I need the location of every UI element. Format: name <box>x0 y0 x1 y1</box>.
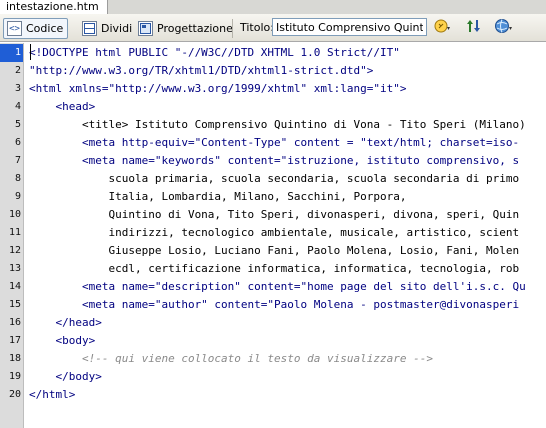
line-number: 19 <box>8 371 21 382</box>
text-caret <box>30 44 31 60</box>
line-number: 20 <box>8 389 21 400</box>
line-number: 2 <box>14 65 21 76</box>
browser-compatibility-icon <box>434 18 452 38</box>
line-number: 6 <box>14 137 21 148</box>
document-tab-bar: intestazione.htm <box>0 0 546 14</box>
line-number: 12 <box>8 245 21 256</box>
preview-globe-icon <box>494 18 512 38</box>
line-number: 17 <box>8 335 21 346</box>
code-line[interactable]: </body> <box>29 368 101 386</box>
code-line[interactable]: <body> <box>29 332 95 350</box>
code-line[interactable]: </head> <box>29 314 101 332</box>
line-number: 10 <box>8 209 21 220</box>
line-number: 18 <box>8 353 21 364</box>
design-view-icon <box>138 21 153 36</box>
code-line[interactable]: Giuseppe Losio, Luciano Fani, Paolo Mole… <box>29 242 519 260</box>
code-line[interactable]: Italia, Lombardia, Milano, Sacchini, Por… <box>29 188 406 206</box>
file-transfer-icon <box>465 18 483 38</box>
code-line[interactable]: <title> Istituto Comprensivo Quintino di… <box>29 116 526 134</box>
title-label: Titolo: <box>240 21 274 34</box>
line-number: 11 <box>8 227 21 238</box>
code-view-icon: <> <box>7 21 22 36</box>
code-line[interactable]: <meta http-equiv="Content-Type" content … <box>29 134 519 152</box>
line-number: 16 <box>8 317 21 328</box>
line-number: 8 <box>14 173 21 184</box>
page-title-input[interactable] <box>272 18 427 36</box>
code-line[interactable]: <!DOCTYPE html PUBLIC "-//W3C//DTD XHTML… <box>29 44 400 62</box>
file-transfer-button[interactable] <box>464 18 484 37</box>
line-number: 9 <box>14 191 21 202</box>
line-number: 14 <box>8 281 21 292</box>
code-line[interactable]: <meta name="author" content="Paolo Molen… <box>29 296 519 314</box>
line-number: 5 <box>14 119 21 130</box>
code-line[interactable]: </html> <box>29 386 75 404</box>
code-line[interactable]: <!-- qui viene collocato il testo da vis… <box>29 350 433 368</box>
line-number: 7 <box>14 155 21 166</box>
code-line[interactable]: "http://www.w3.org/TR/xhtml1/DTD/xhtml1-… <box>29 62 373 80</box>
design-view-button[interactable]: Progettazione <box>134 18 238 39</box>
code-line[interactable]: ecdl, certificazione informatica, inform… <box>29 260 519 278</box>
document-tab[interactable]: intestazione.htm <box>0 0 108 14</box>
line-number: 3 <box>14 83 21 94</box>
code-view-label: Codice <box>26 22 64 35</box>
code-view-button[interactable]: <> Codice <box>3 18 69 39</box>
line-number: 4 <box>14 101 21 112</box>
code-line[interactable]: <html xmlns="http://www.w3.org/1999/xhtm… <box>29 80 407 98</box>
line-number-gutter[interactable]: 1 2 3 4 5 6 7 8 9 10 11 12 13 14 15 16 17 18 19 20 <box>0 43 24 428</box>
code-editor[interactable]: <!DOCTYPE html PUBLIC "-//W3C//DTD XHTML… <box>25 43 546 428</box>
split-view-icon <box>82 21 97 36</box>
design-view-label: Progettazione <box>157 22 233 35</box>
toolbar-separator <box>232 19 233 38</box>
split-view-button[interactable]: Dividi <box>78 18 137 39</box>
browser-compatibility-button[interactable] <box>433 18 453 37</box>
code-line[interactable]: Quintino di Vona, Tito Speri, divonasper… <box>29 206 519 224</box>
line-number: 1 <box>0 44 23 62</box>
code-line[interactable]: <head> <box>29 98 95 116</box>
code-line[interactable]: scuola primaria, scuola secondaria, scuo… <box>29 170 519 188</box>
line-number: 15 <box>8 299 21 310</box>
code-line[interactable]: indirizzi, tecnologico ambientale, music… <box>29 224 519 242</box>
code-line[interactable]: <meta name="keywords" content="istruzion… <box>29 152 519 170</box>
split-view-label: Dividi <box>101 22 133 35</box>
line-number: 13 <box>8 263 21 274</box>
preview-button[interactable] <box>493 18 513 37</box>
code-line[interactable]: <meta name="description" content="home p… <box>29 278 526 296</box>
